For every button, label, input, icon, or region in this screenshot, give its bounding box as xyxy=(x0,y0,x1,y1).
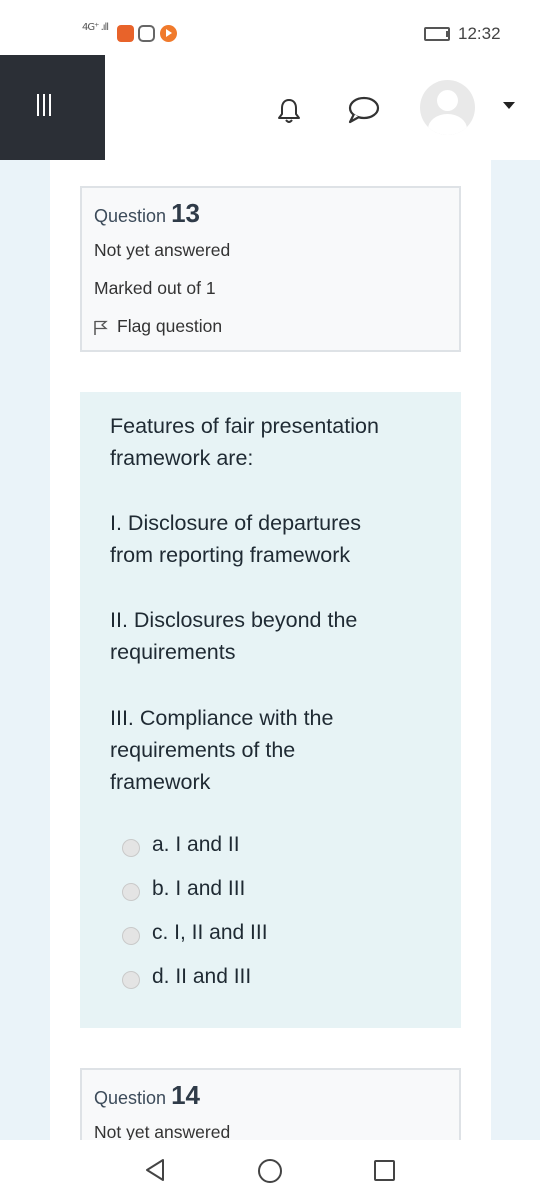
answer-label[interactable]: d. II and III xyxy=(152,965,251,989)
flag-icon[interactable] xyxy=(94,320,108,336)
battery-icon xyxy=(424,27,450,41)
recent-apps-icon[interactable] xyxy=(374,1160,395,1181)
home-icon[interactable] xyxy=(258,1159,282,1183)
answer-label[interactable]: b. I and III xyxy=(152,877,245,901)
radio-button[interactable] xyxy=(122,927,140,945)
status-bar: 4G⁺ .ıll 12:32 xyxy=(0,0,540,55)
radio-button[interactable] xyxy=(122,971,140,989)
play-app-icon xyxy=(160,25,177,42)
top-navbar xyxy=(0,55,540,160)
clock: 12:32 xyxy=(458,24,501,43)
answer-option-c[interactable]: c. I, II and III xyxy=(122,921,372,951)
chat-icon[interactable] xyxy=(346,95,380,125)
signal-icon: 4G⁺ .ıll xyxy=(82,22,109,33)
statement-1: I. Disclosure of departures from reporti… xyxy=(110,511,361,567)
statement-3: III. Compliance with the requirements of… xyxy=(110,706,334,794)
system-nav-bar xyxy=(0,1140,540,1200)
answer-option-d[interactable]: d. II and III xyxy=(122,965,372,995)
radio-button[interactable] xyxy=(122,883,140,901)
mail-app-icon xyxy=(117,25,134,42)
question-stem: Features of fair presentation framework … xyxy=(110,414,379,470)
statement-2: II. Disclosures beyond the requirements xyxy=(110,608,358,664)
answer-option-a[interactable]: a. I and II xyxy=(122,833,372,863)
hamburger-icon[interactable] xyxy=(0,55,105,160)
question-number: Question 13 xyxy=(94,198,200,228)
question-number: Question 14 xyxy=(94,1080,200,1110)
answer-label[interactable]: a. I and II xyxy=(152,833,240,857)
bell-icon[interactable] xyxy=(276,97,302,125)
back-icon[interactable] xyxy=(144,1158,166,1182)
flag-question-link[interactable]: Flag question xyxy=(117,316,222,337)
answer-option-b[interactable]: b. I and III xyxy=(122,877,372,907)
instagram-app-icon xyxy=(138,25,155,42)
question-state: Not yet answered xyxy=(94,240,231,260)
chevron-down-icon[interactable] xyxy=(503,102,515,109)
answer-label[interactable]: c. I, II and III xyxy=(152,921,268,945)
question-grade: Marked out of 1 xyxy=(94,278,216,298)
avatar[interactable] xyxy=(420,80,475,135)
radio-button[interactable] xyxy=(122,839,140,857)
question-content: Features of fair presentation framework … xyxy=(80,392,461,1028)
question-info-13: Question 13 Not yet answered Marked out … xyxy=(80,186,461,352)
